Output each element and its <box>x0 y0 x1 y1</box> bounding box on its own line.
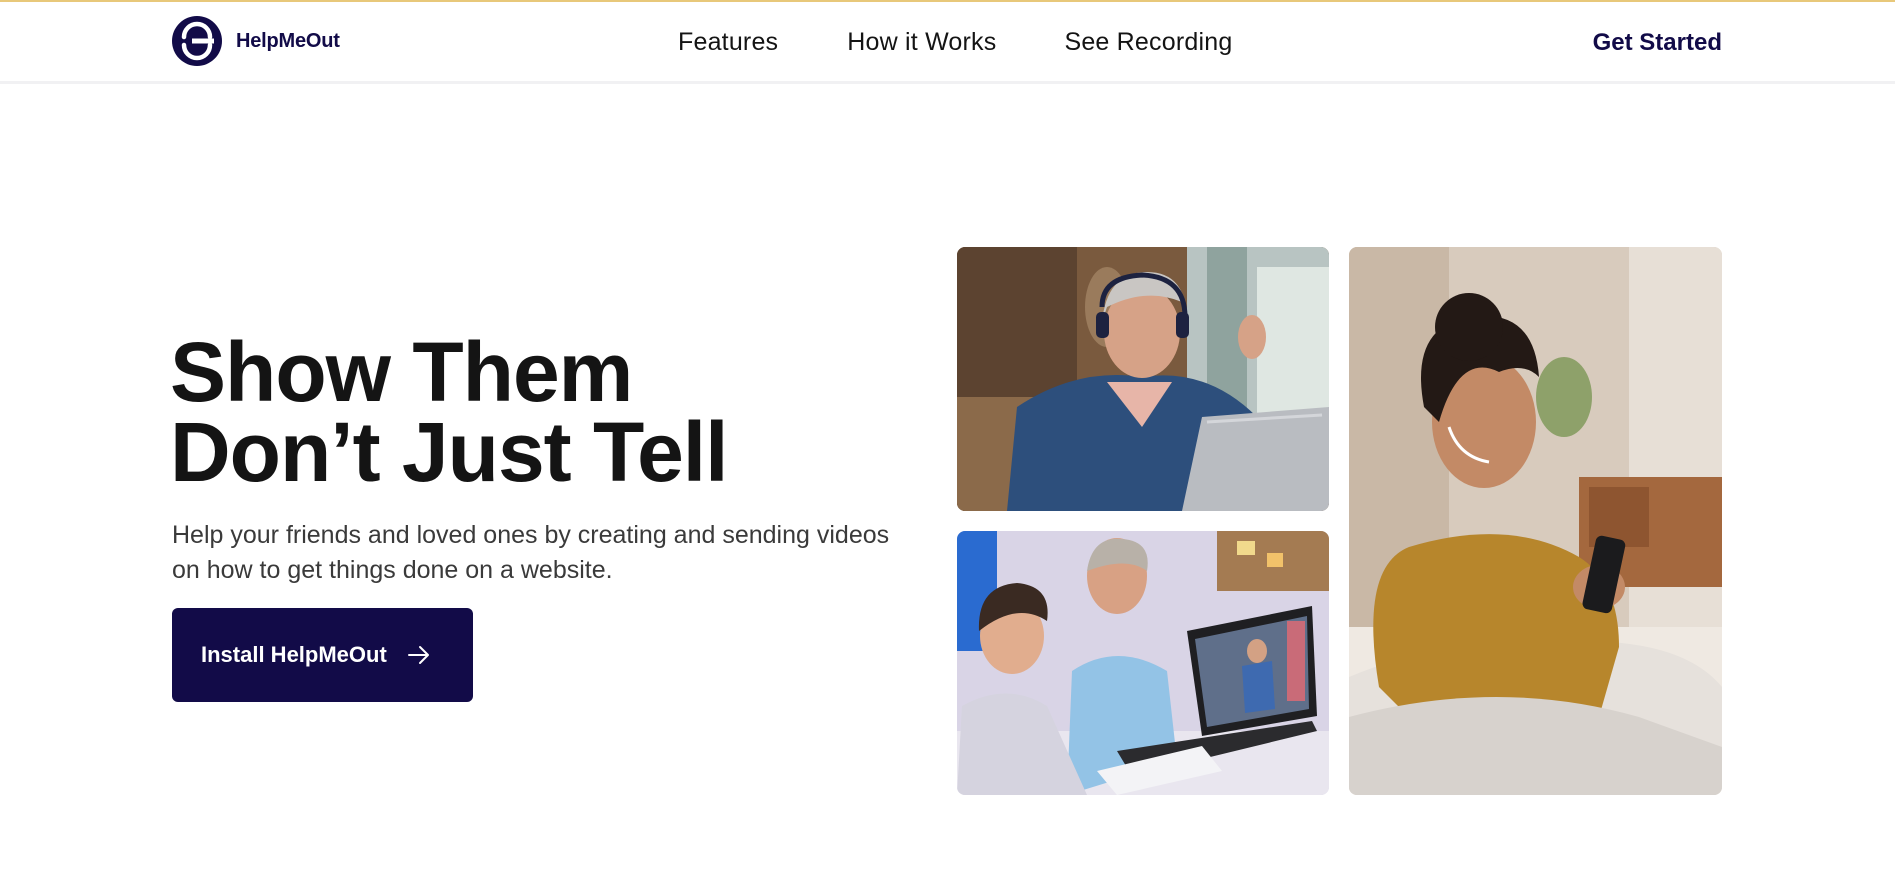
photo-woman-headphones-laptop <box>957 247 1329 511</box>
hero-title-line-2: Don’t Just Tell <box>170 405 728 499</box>
hero-title-line-1: Show Them <box>170 325 633 419</box>
nav-links: Features How it Works See Recording <box>678 28 1232 57</box>
install-button[interactable]: Install HelpMeOut <box>172 608 473 702</box>
photo-woman-phone-sofa <box>1349 247 1722 795</box>
logo[interactable]: HelpMeOut <box>172 16 340 66</box>
install-button-label: Install HelpMeOut <box>201 642 387 667</box>
photo-man-boy-laptop <box>957 531 1329 795</box>
nav-link-features[interactable]: Features <box>678 28 778 57</box>
logo-icon <box>172 16 222 66</box>
logo-text: HelpMeOut <box>236 29 340 52</box>
nav-link-how-it-works[interactable]: How it Works <box>847 28 996 57</box>
hero-title: Show Them Don’t Just Tell <box>170 325 728 499</box>
nav-link-see-recording[interactable]: See Recording <box>1064 28 1232 57</box>
arrow-right-icon <box>407 646 429 664</box>
get-started-link[interactable]: Get Started <box>1593 29 1722 57</box>
hero-subtitle: Help your friends and loved ones by crea… <box>172 521 890 584</box>
navbar: HelpMeOut Features How it Works See Reco… <box>0 2 1895 84</box>
